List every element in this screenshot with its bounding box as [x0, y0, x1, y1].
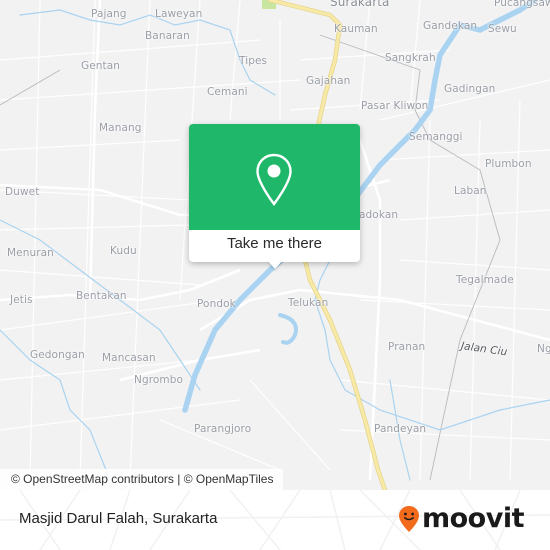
place-label: Pondok	[197, 298, 236, 310]
place-label: Laweyan	[155, 8, 203, 20]
place-label: Gajahan	[306, 75, 351, 87]
place-label: Jetis	[10, 294, 33, 306]
place-label: Parangjoro	[194, 423, 252, 435]
moovit-pin-smiley-icon	[399, 506, 419, 532]
take-me-there-popup[interactable]: Take me there	[189, 124, 360, 269]
place-label: Gandekan	[423, 20, 478, 32]
place-label: Sewu	[488, 23, 517, 35]
place-label: Tipes	[239, 55, 268, 67]
map-attribution[interactable]: © OpenStreetMap contributors | © OpenMap…	[0, 469, 284, 490]
place-label: Pucangsawit	[494, 0, 550, 9]
place-label: Pasar Kliwon	[361, 100, 429, 112]
location-title: Masjid Darul Falah, Surakarta	[19, 510, 218, 527]
place-label: Pajang	[91, 8, 127, 20]
place-label: Pandeyan	[374, 423, 427, 435]
place-label: Cemani	[207, 86, 248, 98]
place-label: Menuran	[7, 247, 54, 259]
place-label: Semanggi	[409, 131, 463, 143]
popup-header[interactable]	[189, 124, 360, 230]
place-label: Bentakan	[76, 290, 127, 302]
place-label: Gadingan	[444, 83, 496, 95]
place-label: Kudu	[110, 245, 137, 257]
place-label: Gedongan	[30, 349, 85, 361]
place-label: Ngrombo	[134, 374, 184, 386]
place-label: Tegalmade	[456, 274, 514, 286]
place-label: Surakarta	[330, 0, 390, 9]
place-label: Pranan	[388, 341, 426, 353]
place-label: Laban	[454, 185, 487, 197]
place-label: Plumbon	[485, 158, 532, 170]
moovit-wordmark: moovit	[422, 503, 525, 534]
place-label: Duwet	[5, 186, 40, 198]
place-label: Telukan	[288, 297, 329, 309]
place-label: Ng	[537, 343, 550, 355]
place-label: Banaran	[145, 30, 190, 42]
map-pin-icon	[256, 153, 292, 206]
place-label: Manang	[99, 122, 142, 134]
place-label: Sangkrah	[385, 52, 436, 64]
place-label: Kauman	[334, 23, 378, 35]
popup-pointer	[267, 260, 283, 269]
place-label: adokan	[359, 209, 399, 221]
moovit-logo[interactable]: moovit	[398, 503, 525, 534]
place-label: Mancasan	[102, 352, 156, 364]
take-me-there-button[interactable]: Take me there	[189, 230, 360, 262]
map-view[interactable]: Surakarta Pajang Laweyan Kauman Gandekan…	[0, 0, 550, 490]
place-label: Gentan	[81, 60, 121, 72]
